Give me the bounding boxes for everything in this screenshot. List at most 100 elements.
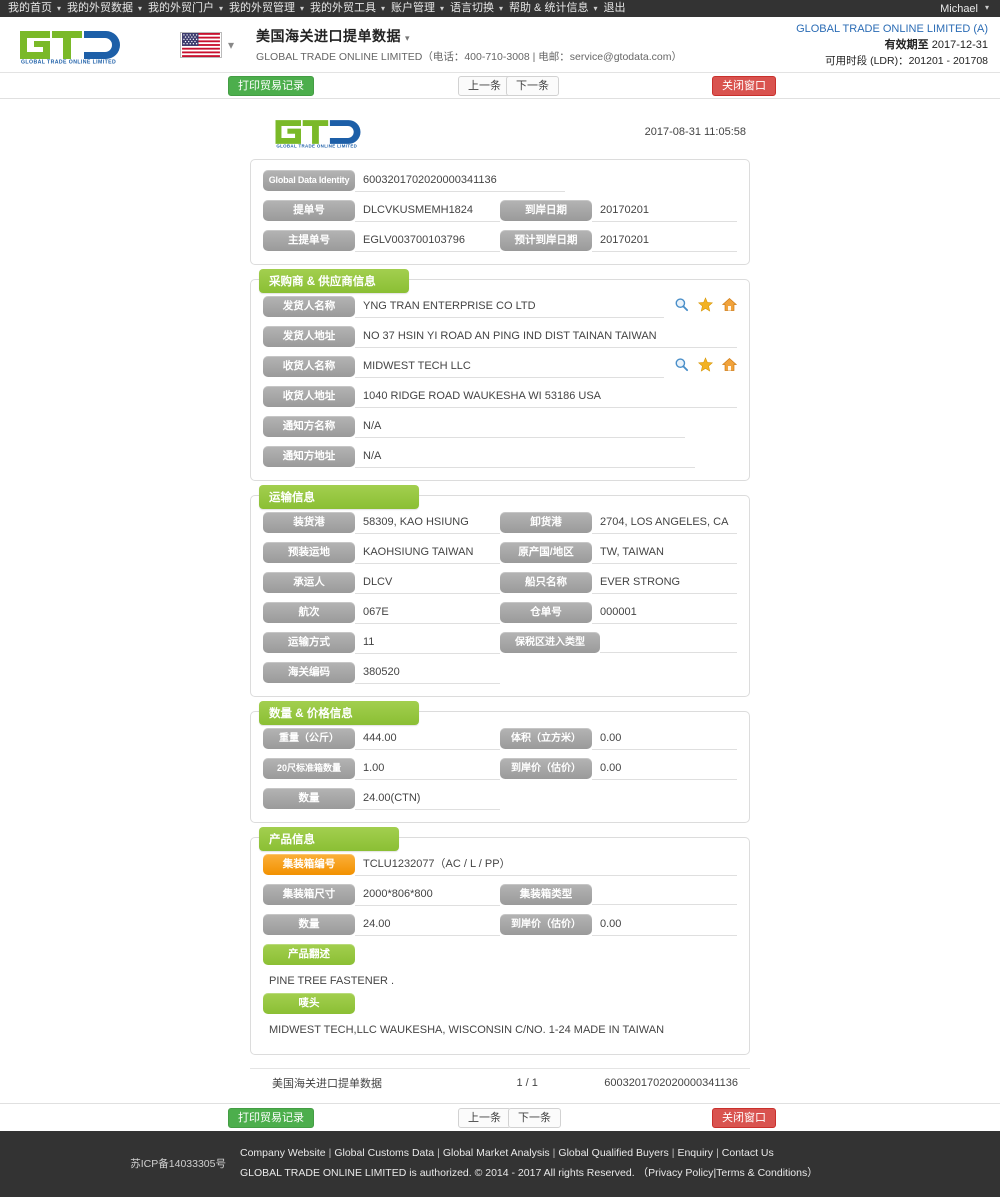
eta-field: 预计到岸日期 20170201 [500,230,737,252]
shipper-name-row: 发货人名称 YNG TRAN ENTERPRISE CO LTD [263,296,737,318]
account-name[interactable]: GLOBAL TRADE ONLINE LIMITED (A) [796,21,988,37]
shipper-address-value: NO 37 HSIN YI ROAD AN PING IND DIST TAIN… [355,326,737,348]
footer-sep: | [437,1147,440,1159]
transport-mode-field: 运输方式 11 [263,632,500,654]
bill-of-lading-sheet: GLOBAL TRADE ONLINE LIMITED 2017-08-31 1… [242,99,758,1099]
footer-sep: | [716,1147,719,1159]
volume-field: 体积（立方米） 0.00 [500,728,737,750]
flag-caret-icon[interactable]: ▾ [228,38,234,52]
shipper-name-value: YNG TRAN ENTERPRISE CO LTD [355,296,664,318]
nav-item-trade-portal[interactable]: 我的外贸门户 [148,0,223,17]
consignee-address-row: 收货人地址 1040 RIDGE ROAD WAUKESHA WI 53186 … [263,386,737,408]
container-number-row: 集装箱编号 TCLU1232077（AC / L / PP） [263,854,737,876]
star-icon[interactable] [698,357,713,372]
quantity-row-2: 20尺标准箱数量 1.00 到岸价（估价） 0.00 [263,758,737,780]
print-trade-record-button[interactable]: 打印贸易记录 [228,76,314,96]
home-icon[interactable] [722,297,737,312]
consignee-name-label: 收货人名称 [263,356,355,377]
close-window-button[interactable]: 关闭窗口 [712,76,776,96]
product-cif-value: 0.00 [592,914,737,936]
consignee-name-field: 收货人名称 MIDWEST TECH LLC [263,356,737,378]
user-menu[interactable]: Michael [940,3,992,15]
identity-row-gdi: Global Data Identity 6003201702020000341… [263,170,737,192]
footer-link-privacy-policy[interactable]: Privacy Policy [648,1167,713,1179]
search-icon[interactable] [674,297,689,312]
nav-item-help-stats[interactable]: 帮助 & 统计信息 [509,0,598,17]
notify-name-value: N/A [355,416,685,438]
footer-link-company-website[interactable]: Company Website [240,1147,326,1159]
page-title-text: 美国海关进口提单数据 [256,27,402,44]
close-window-button-bottom[interactable]: 关闭窗口 [712,1108,776,1128]
account-info: GLOBAL TRADE ONLINE LIMITED (A) 有效期至 201… [796,21,988,69]
weight-value: 444.00 [355,728,500,750]
footer-link-global-market-analysis[interactable]: Global Market Analysis [443,1147,550,1159]
gto-logo[interactable]: GLOBAL TRADE ONLINE LIMITED [14,25,132,65]
nav-item-home[interactable]: 我的首页 [8,0,61,17]
print-trade-record-button-bottom[interactable]: 打印贸易记录 [228,1108,314,1128]
bonded-entry-type-field: 保税区进入类型 [500,632,737,653]
previous-record-button-bottom[interactable]: 上一条 [458,1108,511,1128]
nav-item-trade-data[interactable]: 我的外贸数据 [67,0,142,17]
footer-link-global-qualified-buyers[interactable]: Global Qualified Buyers [558,1147,668,1159]
nav-item-trade-management[interactable]: 我的外贸管理 [229,0,304,17]
cif-field: 到岸价（估价） 0.00 [500,758,737,780]
us-flag-icon [180,31,222,58]
page-root: 我的首页 我的外贸数据 我的外贸门户 我的外贸管理 我的外贸工具 账户管理 语言… [0,0,1000,1197]
star-icon[interactable] [698,297,713,312]
manifest-number-field: 仓单号 000001 [500,602,737,624]
quantity-price-card-title: 数量 & 价格信息 [259,701,419,725]
account-ldr: 可用时段 (LDR)：201201 - 201708 [825,54,988,67]
pre-carriage-field: 预装运地 KAOHSIUNG TAIWAN [263,542,500,564]
container-size-value: 2000*806*800 [355,884,500,906]
quantity-value: 24.00(CTN) [355,788,500,810]
nav-item-trade-tools[interactable]: 我的外贸工具 [310,0,385,17]
shipping-mark-value: MIDWEST TECH,LLC WAUKESHA, WISCONSIN C/N… [269,1024,665,1036]
origin-country-value: TW, TAIWAN [592,542,737,564]
next-record-button[interactable]: 下一条 [506,76,559,96]
footer-link-enquiry[interactable]: Enquiry [677,1147,713,1159]
consignee-address-field: 收货人地址 1040 RIDGE ROAD WAUKESHA WI 53186 … [263,386,737,408]
svg-text:GLOBAL TRADE ONLINE LIMITED: GLOBAL TRADE ONLINE LIMITED [21,59,116,65]
shipping-mark-label: 唛头 [263,993,355,1014]
nav-item-logout[interactable]: 退出 [603,0,634,17]
consignee-name-value: MIDWEST TECH LLC [355,356,664,378]
nav-item-language-switch[interactable]: 语言切换 [450,0,503,17]
sheet-footer-page: 1 / 1 [516,1077,538,1089]
container-type-value [592,884,737,905]
footer-copyright: GLOBAL TRADE ONLINE LIMITED is authorize… [240,1163,818,1183]
product-description-label: 产品翻述 [263,944,355,965]
footer-link-global-customs-data[interactable]: Global Customs Data [334,1147,434,1159]
volume-label: 体积（立方米） [500,728,592,749]
consignee-name-row: 收货人名称 MIDWEST TECH LLC [263,356,737,378]
notify-name-field: 通知方名称 N/A [263,416,737,438]
search-icon[interactable] [674,357,689,372]
shipper-address-label: 发货人地址 [263,326,355,347]
quantity-row-1: 重量（公斤） 444.00 体积（立方米） 0.00 [263,728,737,750]
home-icon[interactable] [722,357,737,372]
notify-name-row: 通知方名称 N/A [263,416,737,438]
site-footer: 苏ICP备14033305号 Company Website | Global Cu… [0,1131,1000,1197]
vessel-name-field: 船只名称 EVER STRONG [500,572,737,594]
transport-row-3: 承运人 DLCV 船只名称 EVER STRONG [263,572,737,594]
volume-value: 0.00 [592,728,737,750]
consignee-address-value: 1040 RIDGE ROAD WAUKESHA WI 53186 USA [355,386,737,408]
vessel-name-label: 船只名称 [500,572,592,593]
svg-text:GLOBAL TRADE ONLINE LIMITED: GLOBAL TRADE ONLINE LIMITED [276,144,357,149]
notify-address-label: 通知方地址 [263,446,355,467]
toolbar-top: 打印贸易记录 上一条 下一条 关闭窗口 [0,73,1000,99]
shipper-address-field: 发货人地址 NO 37 HSIN YI ROAD AN PING IND DIS… [263,326,737,348]
gto-logo-icon: GLOBAL TRADE ONLINE LIMITED [20,30,120,65]
hs-code-value: 380520 [355,662,500,684]
footer-links: Company Website | Global Customs Data | Glob… [240,1143,818,1163]
nav-item-account-management[interactable]: 账户管理 [391,0,444,17]
next-record-button-bottom[interactable]: 下一条 [508,1108,561,1128]
loading-port-field: 装货港 58309, KAO HSIUNG [263,512,500,534]
discharge-port-label: 卸货港 [500,512,592,533]
footer-paren-close: ） [807,1167,818,1179]
previous-record-button[interactable]: 上一条 [458,76,511,96]
container-type-field: 集装箱类型 [500,884,737,905]
footer-link-terms[interactable]: Terms & Conditions [716,1167,807,1179]
title-caret-icon[interactable]: ▾ [405,33,410,43]
consignee-address-label: 收货人地址 [263,386,355,407]
footer-link-contact-us[interactable]: Contact Us [722,1147,774,1159]
